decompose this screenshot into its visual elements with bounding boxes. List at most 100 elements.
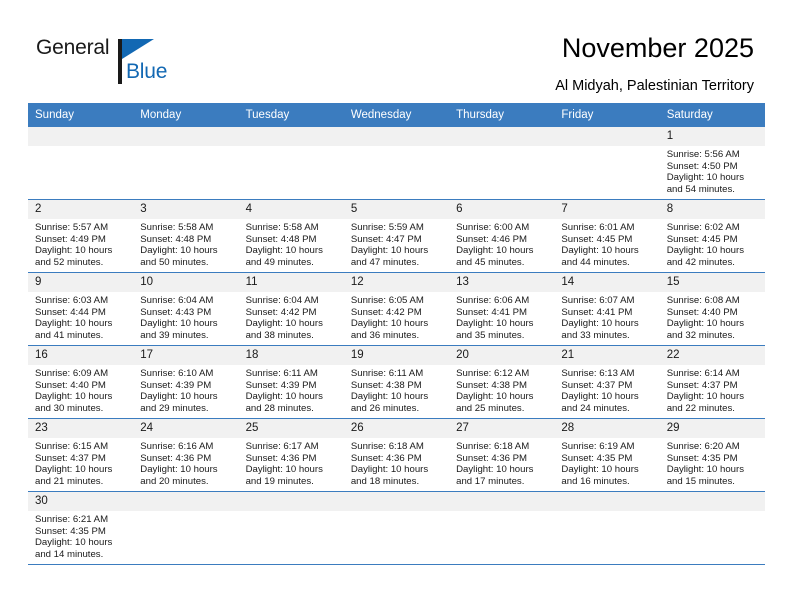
calendar-week-row: 1 Sunrise: 5:56 AM Sunset: 4:50 PM Daylight… [28, 127, 765, 200]
page-subtitle-location: Al Midyah, Palestinian Territory [555, 78, 754, 94]
day-number: 24 [133, 419, 239, 438]
calendar-day-cell[interactable]: 21 Sunrise: 6:13 AM Sunset: 4:37 PM Dayligh… [554, 345, 660, 419]
daylight-text-line2: and 21 minutes. [35, 475, 104, 487]
daylight-text-line1: Daylight: 10 hours [35, 537, 113, 549]
day-sun-details: Sunrise: 6:18 AM Sunset: 4:36 PM Daylight:… [449, 438, 554, 487]
sunset-text: Sunset: 4:50 PM [666, 160, 738, 172]
calendar-day-cell[interactable]: 7 Sunrise: 6:01 AM Sunset: 4:45 PM Daylight… [554, 199, 660, 273]
calendar-day-cell[interactable]: 1 Sunrise: 5:56 AM Sunset: 4:50 PM Daylight… [659, 127, 765, 200]
day-number: 22 [659, 346, 765, 365]
sunrise-text: Sunrise: 6:19 AM [561, 441, 635, 452]
sunrise-text: Sunrise: 6:10 AM [140, 368, 214, 379]
daylight-text-line2: and 35 minutes. [456, 329, 525, 341]
day-number: 3 [133, 200, 239, 219]
calendar-day-cell[interactable]: 11 Sunrise: 6:04 AM Sunset: 4:42 PM Dayligh… [238, 272, 344, 346]
day-number: 15 [659, 273, 765, 292]
calendar-day-cell[interactable]: 15 Sunrise: 6:08 AM Sunset: 4:40 PM Dayligh… [659, 272, 765, 346]
day-number: 18 [238, 346, 344, 365]
calendar-day-cell[interactable]: 14 Sunrise: 6:07 AM Sunset: 4:41 PM Dayligh… [554, 272, 660, 346]
sunset-text: Sunset: 4:47 PM [350, 233, 422, 245]
daylight-text-line1: Daylight: 10 hours [561, 391, 639, 403]
sunset-text: Sunset: 4:37 PM [561, 379, 633, 391]
calendar-day-cell[interactable]: 24 Sunrise: 6:16 AM Sunset: 4:36 PM Dayligh… [133, 418, 239, 492]
day-number: 5 [343, 200, 450, 219]
day-number [238, 492, 344, 511]
daylight-text-line1: Daylight: 10 hours [350, 245, 429, 257]
sunset-text: Sunset: 4:39 PM [140, 379, 212, 391]
calendar-empty-cell [28, 127, 134, 200]
daylight-text-line1: Daylight: 10 hours [140, 464, 218, 476]
calendar-day-cell[interactable]: 20 Sunrise: 6:12 AM Sunset: 4:38 PM Dayligh… [449, 345, 555, 419]
sunrise-text: Sunrise: 6:21 AM [35, 514, 109, 525]
calendar-day-cell[interactable]: 5 Sunrise: 5:59 AM Sunset: 4:47 PM Daylight… [343, 199, 450, 273]
calendar-day-cell[interactable]: 4 Sunrise: 5:58 AM Sunset: 4:48 PM Daylight… [238, 199, 344, 273]
sunset-text: Sunset: 4:38 PM [456, 379, 528, 391]
day-number [28, 127, 134, 146]
calendar-day-cell[interactable]: 6 Sunrise: 6:00 AM Sunset: 4:46 PM Daylight… [449, 199, 555, 273]
calendar-day-cell[interactable]: 25 Sunrise: 6:17 AM Sunset: 4:36 PM Dayligh… [238, 418, 344, 492]
daylight-text-line2: and 39 minutes. [140, 329, 209, 341]
sunset-text: Sunset: 4:38 PM [350, 379, 422, 391]
calendar-day-cell[interactable]: 28 Sunrise: 6:19 AM Sunset: 4:35 PM Dayligh… [554, 418, 660, 492]
calendar-day-cell[interactable]: 22 Sunrise: 6:14 AM Sunset: 4:37 PM Dayligh… [659, 345, 765, 419]
weekday-header-wednesday: Wednesday [343, 103, 450, 127]
sunset-text: Sunset: 4:44 PM [35, 306, 106, 318]
sunrise-text: Sunrise: 6:12 AM [456, 368, 530, 379]
day-cell-inner [343, 492, 450, 564]
day-sun-details: Sunrise: 6:03 AM Sunset: 4:44 PM Daylight:… [28, 292, 133, 341]
daylight-text-line2: and 38 minutes. [245, 329, 314, 341]
calendar-day-cell[interactable]: 9 Sunrise: 6:03 AM Sunset: 4:44 PM Daylight… [28, 272, 134, 346]
calendar-day-cell[interactable]: 16 Sunrise: 6:09 AM Sunset: 4:40 PM Dayligh… [28, 345, 134, 419]
day-number [238, 127, 344, 146]
calendar-day-cell[interactable]: 30 Sunrise: 6:21 AM Sunset: 4:35 PM Dayligh… [28, 491, 134, 565]
calendar-body: 1 Sunrise: 5:56 AM Sunset: 4:50 PM Daylight… [28, 127, 765, 565]
day-cell-inner: 1 Sunrise: 5:56 AM Sunset: 4:50 PM Daylight… [659, 127, 765, 199]
daylight-text-line1: Daylight: 10 hours [245, 464, 323, 476]
day-cell-inner: 30 Sunrise: 6:21 AM Sunset: 4:35 PM Dayligh… [28, 492, 134, 564]
day-number [554, 492, 660, 511]
day-cell-inner: 3 Sunrise: 5:58 AM Sunset: 4:48 PM Daylight… [133, 200, 239, 272]
generalblue-logo[interactable]: General Blue [36, 36, 167, 88]
day-cell-inner: 23 Sunrise: 6:15 AM Sunset: 4:37 PM Dayligh… [28, 419, 134, 491]
sunset-text: Sunset: 4:46 PM [456, 233, 528, 245]
calendar-day-cell[interactable]: 26 Sunrise: 6:18 AM Sunset: 4:36 PM Dayligh… [343, 418, 450, 492]
calendar-day-cell[interactable]: 8 Sunrise: 6:02 AM Sunset: 4:45 PM Daylight… [659, 199, 765, 273]
sunset-text: Sunset: 4:39 PM [245, 379, 317, 391]
day-sun-details: Sunrise: 6:19 AM Sunset: 4:35 PM Daylight:… [554, 438, 659, 487]
day-number [554, 127, 660, 146]
sunrise-text: Sunrise: 6:20 AM [666, 441, 740, 452]
day-sun-details: Sunrise: 6:08 AM Sunset: 4:40 PM Daylight:… [660, 292, 765, 341]
calendar-day-cell[interactable]: 29 Sunrise: 6:20 AM Sunset: 4:35 PM Dayligh… [659, 418, 765, 492]
day-sun-details: Sunrise: 6:10 AM Sunset: 4:39 PM Daylight:… [133, 365, 238, 414]
day-cell-inner [554, 492, 660, 564]
day-cell-inner: 24 Sunrise: 6:16 AM Sunset: 4:36 PM Dayligh… [133, 419, 239, 491]
weekday-header-thursday: Thursday [449, 103, 555, 127]
sunrise-text: Sunrise: 6:05 AM [350, 295, 424, 306]
sunrise-text: Sunrise: 6:06 AM [456, 295, 530, 306]
calendar-day-cell[interactable]: 19 Sunrise: 6:11 AM Sunset: 4:38 PM Dayligh… [343, 345, 450, 419]
daylight-text-line2: and 36 minutes. [350, 329, 420, 341]
calendar-day-cell[interactable]: 2 Sunrise: 5:57 AM Sunset: 4:49 PM Daylight… [28, 199, 134, 273]
daylight-text-line2: and 25 minutes. [456, 402, 525, 414]
calendar-day-cell[interactable]: 12 Sunrise: 6:05 AM Sunset: 4:42 PM Dayligh… [343, 272, 450, 346]
sunrise-text: Sunrise: 6:02 AM [666, 222, 740, 233]
calendar-empty-cell [343, 491, 450, 565]
calendar-day-cell[interactable]: 18 Sunrise: 6:11 AM Sunset: 4:39 PM Dayligh… [238, 345, 344, 419]
sunrise-text: Sunrise: 5:56 AM [666, 149, 740, 160]
calendar-day-cell[interactable]: 13 Sunrise: 6:06 AM Sunset: 4:41 PM Dayligh… [449, 272, 555, 346]
calendar-day-cell[interactable]: 3 Sunrise: 5:58 AM Sunset: 4:48 PM Daylight… [133, 199, 239, 273]
sunset-text: Sunset: 4:35 PM [561, 452, 633, 464]
day-cell-inner: 16 Sunrise: 6:09 AM Sunset: 4:40 PM Dayligh… [28, 346, 134, 418]
calendar-empty-cell [238, 491, 344, 565]
calendar-empty-cell [449, 127, 555, 200]
daylight-text-line2: and 50 minutes. [140, 256, 209, 268]
day-sun-details: Sunrise: 6:02 AM Sunset: 4:45 PM Daylight:… [660, 219, 765, 268]
calendar-day-cell[interactable]: 10 Sunrise: 6:04 AM Sunset: 4:43 PM Dayligh… [133, 272, 239, 346]
calendar-day-cell[interactable]: 23 Sunrise: 6:15 AM Sunset: 4:37 PM Dayligh… [28, 418, 134, 492]
sunset-text: Sunset: 4:48 PM [140, 233, 212, 245]
daylight-text-line1: Daylight: 10 hours [350, 464, 429, 476]
day-number: 19 [343, 346, 450, 365]
calendar-page: General Blue November 2025 Al Midyah, Pa… [0, 0, 792, 612]
calendar-day-cell[interactable]: 27 Sunrise: 6:18 AM Sunset: 4:36 PM Dayligh… [449, 418, 555, 492]
calendar-day-cell[interactable]: 17 Sunrise: 6:10 AM Sunset: 4:39 PM Dayligh… [133, 345, 239, 419]
